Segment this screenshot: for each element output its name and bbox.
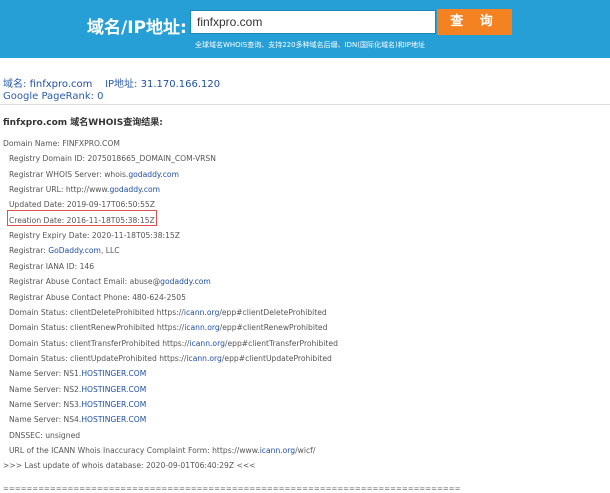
- whois-line: Domain Status: clientRenewProhibited htt…: [9, 323, 327, 333]
- pagerank: Google PageRank: 0: [3, 91, 104, 102]
- whois-text: Updated Date: 2019-09-17T06:50:55Z: [9, 200, 155, 210]
- query-button[interactable]: 查 询: [437, 9, 512, 35]
- whois-text: Registrar Abuse Contact Email: abuse@: [9, 277, 161, 287]
- whois-link[interactable]: GoDaddy.com: [48, 246, 101, 255]
- whois-line: Registry Expiry Date: 2020-11-18T05:38:1…: [9, 231, 180, 241]
- whois-line: URL of the ICANN Whois Inaccuracy Compla…: [9, 446, 315, 456]
- whois-text: Registry Domain ID: 2075018665_DOMAIN_CO…: [9, 154, 216, 164]
- whois-text: Name Server: NS2.: [9, 384, 82, 394]
- whois-line: Domain Status: clientDeleteProhibited ht…: [9, 308, 327, 318]
- whois-line: Registrar Abuse Contact Phone: 480-624-2…: [9, 293, 186, 303]
- whois-line: Updated Date: 2019-09-17T06:50:55Z: [9, 200, 155, 210]
- whois-line: Name Server: NS1.HOSTINGER.COM: [9, 369, 146, 379]
- whois-text: Domain Status: clientDeleteProhibited ht…: [9, 307, 184, 317]
- whois-line: DNSSEC: unsigned: [9, 431, 80, 441]
- whois-text: /epp#clientDeleteProhibited: [219, 307, 327, 317]
- whois-text: Domain Name: FINFXPRO.COM: [3, 139, 120, 148]
- domain-info: 域名: finfxpro.com IP地址: 31.170.166.120: [3, 75, 220, 90]
- whois-link[interactable]: godaddy.com: [109, 185, 160, 194]
- whois-text: /wicf/: [295, 446, 316, 455]
- separator-line: ========================================…: [3, 485, 461, 493]
- whois-line: Registry Domain ID: 2075018665_DOMAIN_CO…: [9, 154, 216, 164]
- whois-text: Registrar Abuse Contact Phone: 480-624-2…: [9, 292, 186, 302]
- whois-link[interactable]: HOSTINGER.COM: [81, 415, 146, 424]
- result-title: finfxpro.com 域名WHOIS查询结果:: [3, 118, 163, 128]
- brand-title: 域名/IP地址:: [87, 18, 187, 38]
- whois-line: Registrar: GoDaddy.com, LLC: [9, 246, 120, 256]
- whois-link[interactable]: HOSTINGER.COM: [81, 385, 146, 394]
- whois-line: Domain Status: clientUpdateProhibited ht…: [9, 354, 332, 364]
- whois-line: Registrar WHOIS Server: whois.godaddy.co…: [9, 170, 179, 180]
- whois-link[interactable]: icann.org: [186, 354, 221, 363]
- whois-text: /epp#clientUpdateProhibited: [221, 353, 332, 363]
- whois-line: Registrar IANA ID: 146: [9, 262, 94, 272]
- whois-text: Domain Status: clientUpdateProhibited ht…: [9, 353, 187, 363]
- creation-date-highlight: [7, 210, 157, 226]
- ip-label: IP地址:: [105, 79, 138, 90]
- domain-value[interactable]: finfxpro.com: [30, 79, 93, 90]
- whois-text: /epp#clientRenewProhibited: [219, 323, 328, 333]
- whois-text: URL of the ICANN Whois Inaccuracy Compla…: [9, 446, 260, 455]
- whois-line: >>> Last update of whois database: 2020-…: [3, 461, 256, 471]
- whois-line: Domain Name: FINFXPRO.COM: [3, 139, 120, 149]
- whois-text: Domain Status: clientTransferProhibited …: [9, 338, 190, 348]
- whois-text: Domain Status: clientRenewProhibited htt…: [9, 323, 185, 333]
- whois-link[interactable]: HOSTINGER.COM: [81, 369, 146, 378]
- whois-link[interactable]: HOSTINGER.COM: [81, 400, 146, 409]
- whois-link[interactable]: icann.org: [184, 323, 219, 332]
- whois-line: Name Server: NS2.HOSTINGER.COM: [9, 385, 146, 395]
- whois-line: Registrar Abuse Contact Email: abuse@god…: [9, 277, 211, 287]
- whois-link[interactable]: godaddy.com: [160, 277, 211, 286]
- divider: [0, 104, 610, 105]
- search-input[interactable]: finfxpro.com: [190, 10, 436, 34]
- whois-link[interactable]: icann.org: [189, 339, 224, 348]
- whois-text: Registrar IANA ID: 146: [9, 261, 95, 271]
- whois-line: Registrar URL: http://www.godaddy.com: [9, 185, 160, 195]
- whois-text: /epp#clientTransferProhibited: [224, 338, 338, 348]
- whois-link[interactable]: icann.org: [184, 308, 219, 317]
- whois-link[interactable]: godaddy.com: [128, 170, 179, 179]
- whois-text: Name Server: NS4.: [9, 415, 82, 425]
- whois-text: Registrar WHOIS Server: whois.: [9, 169, 129, 179]
- whois-link[interactable]: icann.org: [260, 446, 295, 455]
- whois-text: Registrar:: [9, 246, 49, 256]
- whois-text: , LLC: [100, 246, 120, 256]
- whois-line: Name Server: NS4.HOSTINGER.COM: [9, 415, 146, 425]
- whois-text: Name Server: NS3.: [9, 399, 82, 409]
- whois-text: >>> Last update of whois database: 2020-…: [3, 461, 256, 471]
- domain-label: 域名:: [3, 79, 27, 90]
- whois-text: Name Server: NS1.: [9, 369, 82, 379]
- ip-value[interactable]: 31.170.166.120: [141, 79, 221, 90]
- whois-line: Domain Status: clientTransferProhibited …: [9, 339, 338, 349]
- whois-line: Name Server: NS3.HOSTINGER.COM: [9, 400, 146, 410]
- whois-text: Registrar URL: http://www.: [9, 185, 110, 195]
- whois-text: DNSSEC: unsigned: [9, 430, 81, 440]
- header-subtitle: 全球域名WHOIS查询、支持220多种域名后缀、IDN(国际化域名)和IP地址: [195, 41, 426, 49]
- whois-text: Registry Expiry Date: 2020-11-18T05:38:1…: [9, 231, 180, 241]
